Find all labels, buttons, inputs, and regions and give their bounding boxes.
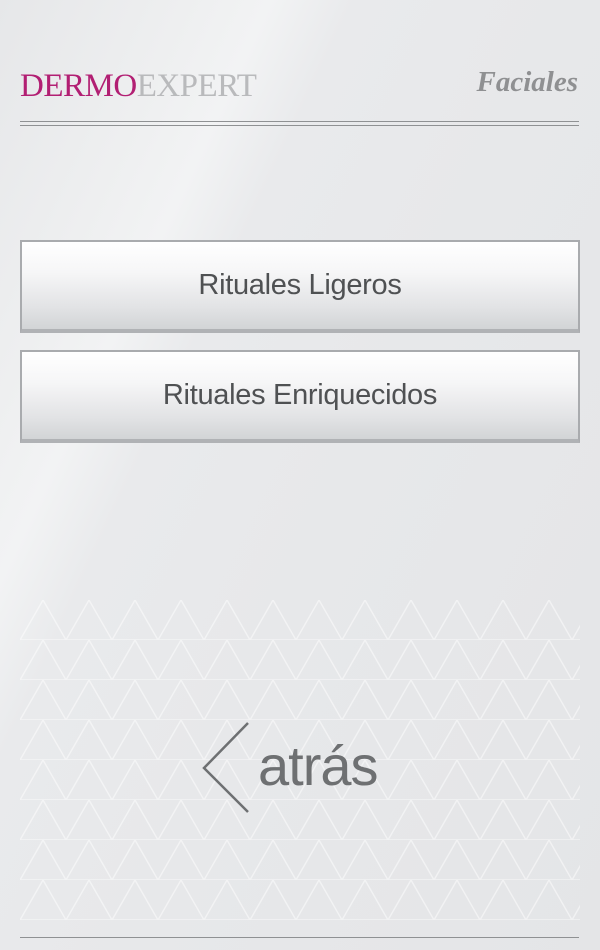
back-button[interactable]: atrás (200, 720, 400, 816)
back-label: atrás (258, 734, 378, 797)
chevron-left-icon (202, 722, 249, 813)
footer-divider (20, 937, 579, 938)
app-header: DERMOEXPERT Faciales (20, 58, 578, 108)
brand-logo-expert: EXPERT (136, 68, 257, 104)
brand-logo-dermo: DERMO (20, 68, 137, 104)
page-title: Faciales (476, 66, 579, 98)
brand-logo: DERMOEXPERT (20, 68, 257, 104)
rituales-enriquecidos-label: Rituales Enriquecidos (162, 379, 438, 411)
header-divider-bottom (20, 125, 579, 126)
header-divider-top (20, 121, 579, 122)
rituales-ligeros-label: Rituales Ligeros (198, 269, 402, 301)
rituales-enriquecidos-button[interactable]: Rituales Enriquecidos (20, 350, 580, 443)
rituales-ligeros-button[interactable]: Rituales Ligeros (20, 240, 580, 333)
